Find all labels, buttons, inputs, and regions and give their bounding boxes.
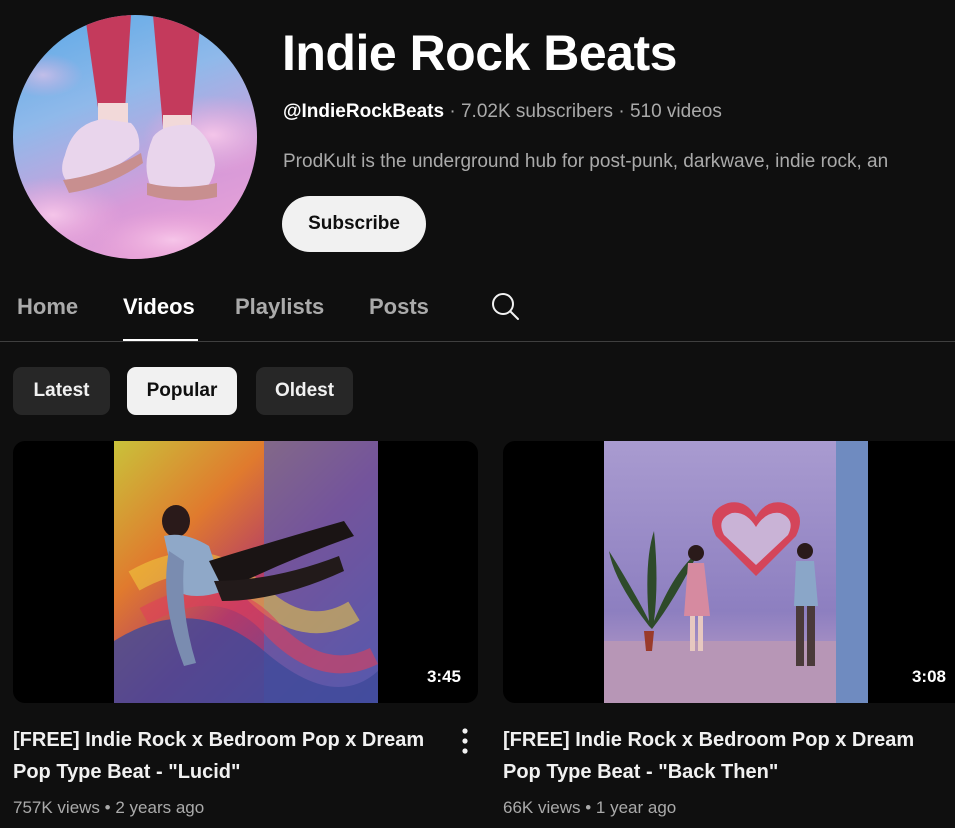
view-count: 66K views (503, 798, 581, 817)
video-meta: 757K views • 2 years ago (13, 798, 204, 818)
channel-handle[interactable]: @IndieRockBeats (283, 101, 444, 122)
meta-separator: · (618, 101, 625, 122)
channel-avatar[interactable] (13, 15, 257, 259)
search-icon[interactable] (489, 290, 521, 322)
video-title[interactable]: [FREE] Indie Rock x Bedroom Pop x Dream … (13, 724, 438, 788)
channel-description[interactable]: ProdKult is the underground hub for post… (283, 151, 955, 173)
video-duration: 3:45 (426, 667, 461, 686)
video-thumbnail[interactable]: 3:08 (503, 441, 955, 703)
subscriber-count: 7.02K subscribers (460, 101, 614, 122)
view-count: 757K views (13, 798, 100, 817)
chip-oldest[interactable]: Oldest (256, 367, 353, 415)
chip-latest[interactable]: Latest (13, 367, 110, 415)
channel-page: Indie Rock Beats @IndieRockBeats · 7.02K… (0, 0, 955, 828)
tab-videos[interactable]: Videos (123, 294, 195, 320)
meta-separator: • (104, 798, 111, 817)
chip-popular[interactable]: Popular (127, 367, 237, 415)
thumbnail-art (114, 441, 378, 703)
more-options-icon[interactable] (452, 726, 478, 756)
video-thumbnail[interactable]: 3:45 (13, 441, 478, 703)
tabs-divider (0, 341, 955, 342)
meta-separator: · (449, 101, 456, 122)
upload-age: 2 years ago (115, 798, 205, 817)
channel-tabs: Home Videos Playlists Posts (0, 284, 955, 342)
video-count: 510 videos (629, 101, 722, 122)
meta-separator: • (585, 798, 592, 817)
avatar-sneakers-art (13, 15, 257, 259)
tab-home[interactable]: Home (17, 294, 78, 320)
video-duration: 3:08 (911, 667, 946, 686)
video-title[interactable]: [FREE] Indie Rock x Bedroom Pop x Dream … (503, 724, 928, 788)
thumbnail-art (604, 441, 868, 703)
upload-age: 1 year ago (595, 798, 677, 817)
channel-meta: @IndieRockBeats · 7.02K subscribers · 51… (283, 101, 722, 123)
subscribe-button[interactable]: Subscribe (282, 196, 426, 252)
video-meta: 66K views • 1 year ago (503, 798, 676, 818)
tab-posts[interactable]: Posts (369, 294, 429, 320)
channel-title: Indie Rock Beats (282, 25, 677, 81)
tab-playlists[interactable]: Playlists (235, 294, 324, 320)
